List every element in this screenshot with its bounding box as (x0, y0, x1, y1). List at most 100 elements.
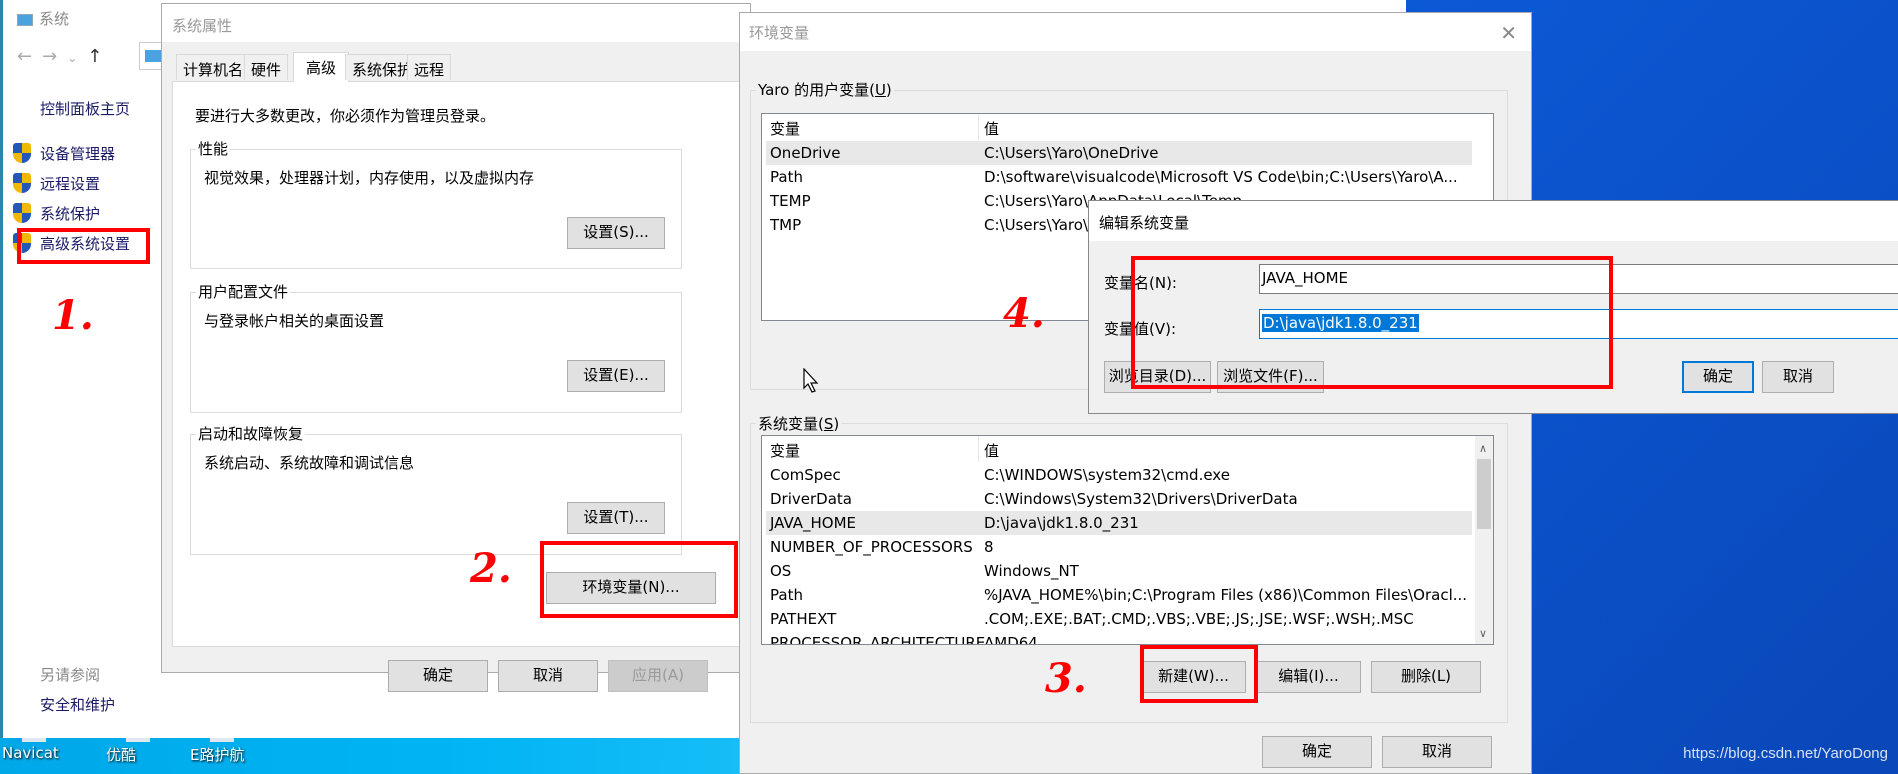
admin-note: 要进行大多数更改，你必须作为管理员登录。 (195, 107, 496, 125)
control-panel-home-link[interactable]: 控制面板主页 (40, 98, 130, 119)
variable-value: C:\WINDOWS\system32\cmd.exe (984, 466, 1230, 484)
uac-shield-icon (13, 143, 31, 163)
desktop-icon-elu[interactable]: E路护航 (190, 736, 245, 765)
up-arrow-icon[interactable]: ↑ (87, 46, 112, 67)
nav-row: ←→⌄↑ (17, 46, 112, 67)
variable-value: AMD64 (984, 634, 1038, 645)
highlight-new-button (1140, 645, 1258, 703)
ok-button[interactable]: 确定 (1262, 736, 1372, 768)
dialog-titlebar: 系统属性 (162, 4, 750, 42)
forward-arrow-icon[interactable]: → (42, 46, 67, 67)
variable-value: 8 (984, 538, 994, 556)
window-title-text: 系统 (39, 10, 70, 28)
scroll-down-icon[interactable]: ∨ (1479, 627, 1487, 640)
scroll-up-icon[interactable]: ∧ (1479, 442, 1487, 455)
startup-recovery-settings-button[interactable]: 设置(T)... (567, 502, 665, 534)
vertical-scrollbar[interactable]: ∧ ∨ (1475, 436, 1493, 644)
column-header-value[interactable]: 值 (984, 440, 999, 461)
cancel-button[interactable]: 取消 (1762, 361, 1834, 393)
step-label-3: 3. (1045, 655, 1087, 702)
desktop-icon-label: 优酷 (106, 746, 137, 764)
tab-remote[interactable]: 远程 (407, 54, 452, 80)
label-text: ) (833, 415, 840, 433)
delete-variable-button[interactable]: 删除(L) (1371, 661, 1481, 693)
history-dropdown-icon[interactable]: ⌄ (67, 51, 87, 65)
column-separator (978, 436, 979, 462)
tab-hardware[interactable]: 硬件 (244, 54, 289, 80)
list-row[interactable]: ComSpec C:\WINDOWS\system32\cmd.exe (766, 463, 1472, 487)
step-label-4: 4. (1003, 290, 1045, 337)
group-label: 启动和故障恢复 (196, 423, 306, 444)
list-row[interactable]: DriverData C:\Windows\System32\Drivers\Dr… (766, 487, 1472, 511)
label-text: 系统变量( (758, 415, 824, 433)
highlight-env-button (540, 541, 738, 618)
ok-button[interactable]: 确定 (388, 660, 488, 692)
variable-value: %JAVA_HOME%\bin;C:\Program Files (x86)\C… (984, 586, 1468, 604)
column-header-value[interactable]: 值 (984, 118, 999, 139)
variable-value: .COM;.EXE;.BAT;.CMD;.VBS;.VBE;.JS;.JSE;.… (984, 610, 1414, 628)
variable-value: Windows_NT (984, 562, 1079, 580)
list-row[interactable]: Path %JAVA_HOME%\bin;C:\Program Files (x8… (766, 583, 1472, 607)
security-maintenance-link[interactable]: 安全和维护 (40, 694, 115, 715)
highlight-edit-fields (1131, 256, 1613, 389)
sidebar-item-system-protection[interactable]: 系统保护 (40, 203, 100, 224)
sidebar-item-device-manager[interactable]: 设备管理器 (40, 143, 115, 164)
user-variables-label: Yaro 的用户变量(U) (756, 79, 894, 100)
variable-name: Path (770, 586, 803, 604)
dialog-titlebar: 编辑系统变量 (1089, 201, 1898, 241)
variable-name: ComSpec (770, 466, 841, 484)
tab-advanced[interactable]: 高级 (293, 52, 350, 82)
uac-shield-icon (13, 203, 31, 223)
list-row[interactable]: Path D:\software\visualcode\Microsoft VS… (766, 165, 1472, 189)
variable-value: C:\Users\Yaro\OneDrive (984, 144, 1159, 162)
highlight-advanced-settings (17, 228, 150, 264)
step-label-2: 2. (470, 545, 512, 592)
user-profiles-settings-button[interactable]: 设置(E)... (567, 360, 665, 392)
label-text: Yaro 的用户变量( (758, 81, 875, 99)
variable-value: C:\Windows\System32\Drivers\DriverData (984, 490, 1298, 508)
list-row[interactable]: JAVA_HOME D:\java\jdk1.8.0_231 (766, 511, 1472, 535)
cancel-button[interactable]: 取消 (1382, 736, 1492, 768)
performance-settings-button[interactable]: 设置(S)... (567, 217, 665, 249)
system-variables-list[interactable]: 变量 值 ComSpec C:\WINDOWS\system32\cmd.exe D… (761, 435, 1494, 645)
button-label: 编辑(I)... (1278, 667, 1339, 685)
computer-icon (17, 13, 33, 26)
see-also-heading: 另请参阅 (40, 666, 101, 684)
mouse-cursor-icon (803, 368, 819, 393)
list-row[interactable]: PROCESSOR_ARCHITECTURE AMD64 (766, 631, 1472, 645)
variable-value: D:\java\jdk1.8.0_231 (984, 514, 1139, 532)
group-label: 用户配置文件 (196, 281, 291, 302)
ok-button[interactable]: 确定 (1682, 361, 1754, 393)
variable-name: TMP (770, 216, 802, 234)
cancel-button[interactable]: 取消 (498, 660, 598, 692)
group-label: 性能 (196, 138, 231, 159)
variable-name: PATHEXT (770, 610, 837, 628)
dialog-titlebar: 环境变量 ✕ (740, 13, 1531, 51)
scrollbar-thumb[interactable] (1477, 459, 1491, 529)
edit-variable-button[interactable]: 编辑(I)... (1256, 661, 1361, 693)
column-header-variable[interactable]: 变量 (770, 118, 800, 139)
desktop-icon-label: E路护航 (190, 746, 245, 764)
variable-name: OS (770, 562, 792, 580)
sidebar-item-remote-settings[interactable]: 远程设置 (40, 173, 100, 194)
variable-name: NUMBER_OF_PROCESSORS (770, 538, 973, 556)
column-header-variable[interactable]: 变量 (770, 440, 800, 461)
desktop-icon-youku[interactable]: 优酷 (106, 736, 150, 765)
button-label: 删除(L) (1400, 667, 1452, 685)
apply-button[interactable]: 应用(A) (608, 660, 708, 692)
list-row[interactable]: NUMBER_OF_PROCESSORS 8 (766, 535, 1472, 559)
dialog-title: 环境变量 (749, 24, 810, 42)
list-row[interactable]: OS Windows_NT (766, 559, 1472, 583)
back-arrow-icon[interactable]: ← (17, 46, 42, 67)
close-icon[interactable]: ✕ (1500, 21, 1517, 45)
tab-computer-name[interactable]: 计算机名 (176, 54, 251, 80)
desktop-icon-navicat[interactable]: Navicat (2, 736, 59, 762)
list-row[interactable]: OneDrive C:\Users\Yaro\OneDrive (766, 141, 1472, 165)
dialog-title: 编辑系统变量 (1099, 214, 1190, 232)
uac-shield-icon (13, 173, 31, 193)
system-variables-label: 系统变量(S) (756, 413, 842, 434)
group-description: 视觉效果，处理器计划，内存使用，以及虚拟内存 (204, 169, 535, 187)
label-text: ) (885, 81, 892, 99)
list-header: 变量 值 (762, 436, 1493, 462)
list-row[interactable]: PATHEXT .COM;.EXE;.BAT;.CMD;.VBS;.VBE;.JS… (766, 607, 1472, 631)
